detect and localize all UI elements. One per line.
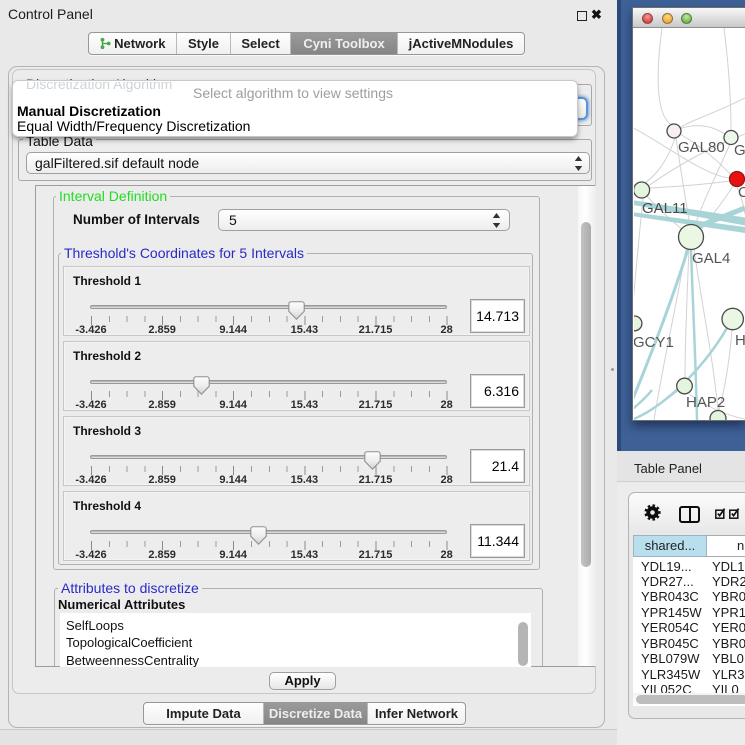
svg-text:GAL4: GAL4 [692,250,730,267]
svg-text:HAP2: HAP2 [686,394,725,411]
svg-text:GAL11: GAL11 [642,200,688,217]
svg-text:G.: G. [734,142,745,159]
svg-text:C: C [738,184,745,201]
svg-text:GAL80: GAL80 [678,139,725,156]
svg-text:H: H [735,332,745,349]
svg-text:GCY1: GCY1 [634,334,674,351]
